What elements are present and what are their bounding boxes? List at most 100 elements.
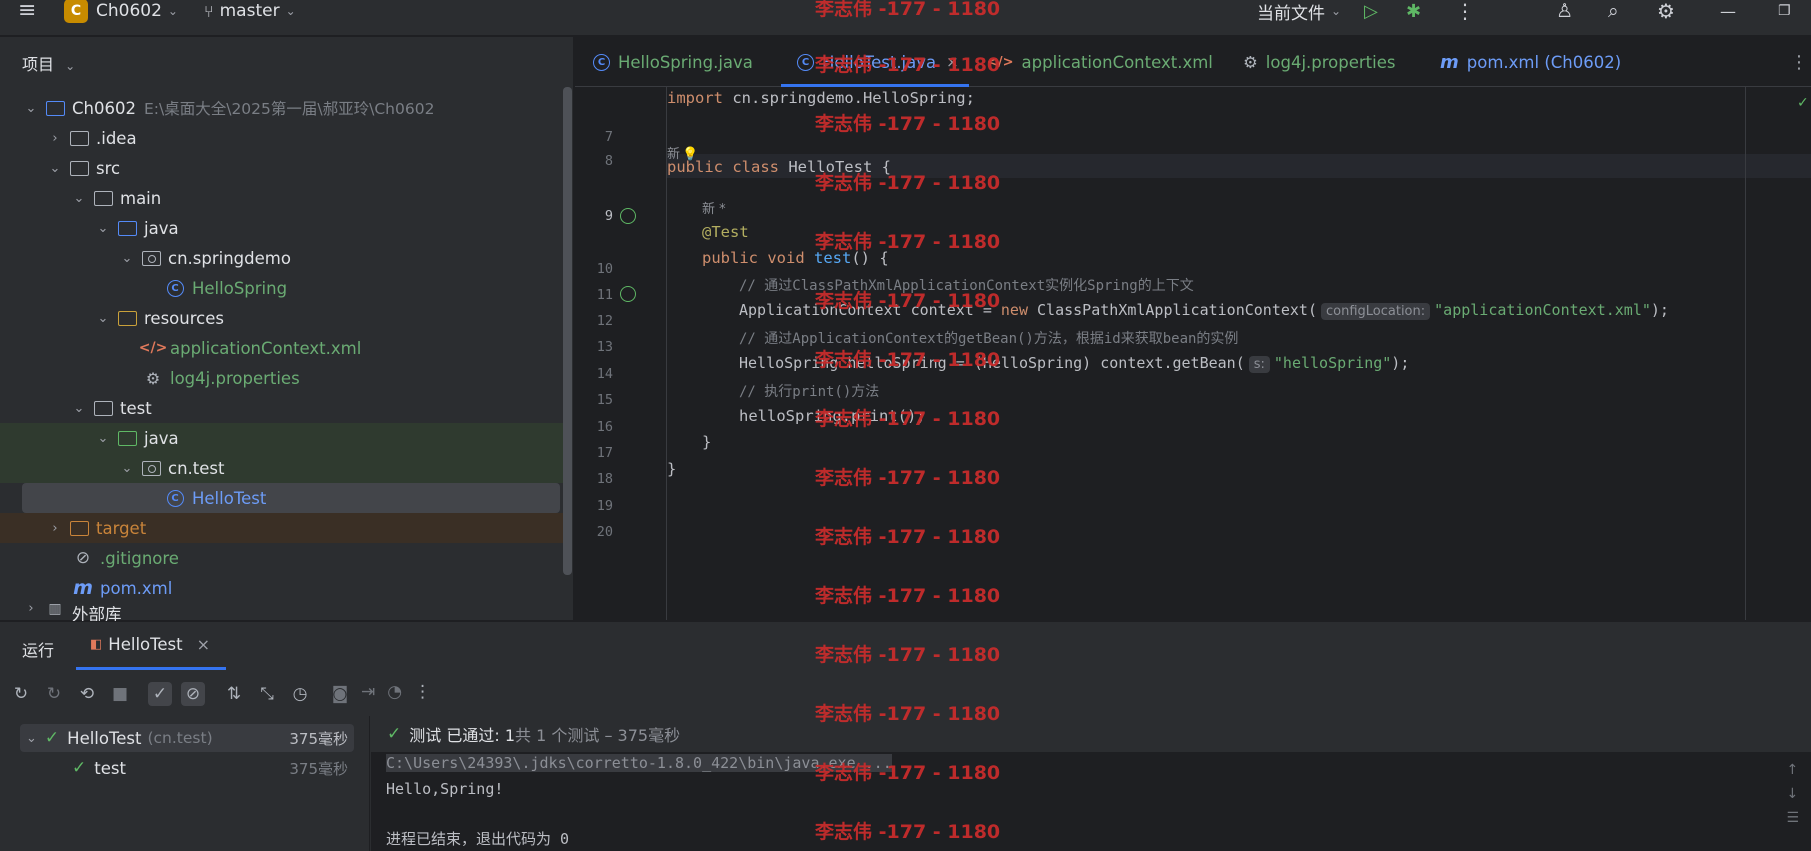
tree-item-hellospring[interactable]: C HelloSpring: [0, 273, 560, 303]
folder-icon: [92, 190, 114, 206]
tree-item-main-java[interactable]: ⌄ java: [0, 213, 560, 243]
folder-icon: [68, 160, 90, 176]
minimize-button[interactable]: —: [1720, 0, 1736, 22]
project-view-selector[interactable]: 项目 ⌄: [22, 51, 75, 75]
tree-item-gitignore[interactable]: ⊘ .gitignore: [0, 543, 560, 573]
collapse-icon: ⤡: [260, 684, 274, 704]
watermark: 李志伟 -177 - 1180: [815, 113, 1001, 135]
project-selector[interactable]: C Ch0602 ⌄: [64, 0, 178, 23]
project-header-label: 项目: [22, 55, 55, 74]
watermark: 李志伟 -177 - 1180: [815, 408, 1001, 430]
tab-label: pom.xml (Ch0602): [1466, 52, 1622, 72]
inspection-ok-icon[interactable]: ✓: [1797, 95, 1809, 111]
search-button[interactable]: ⌕: [1608, 0, 1619, 22]
collapse-button[interactable]: ⤡: [255, 682, 279, 706]
run-button[interactable]: ▷: [1364, 0, 1378, 22]
restore-icon: ❐: [1778, 3, 1791, 19]
editor-gutter: 7 8 9 10 11 12 13 14 15 16 17 18 19 20: [575, 87, 667, 620]
tree-item-label: target: [96, 518, 147, 538]
tree-item-cn-test[interactable]: ⌄ cn.test: [0, 453, 566, 483]
test-row-time: 375毫秒: [289, 729, 348, 748]
more-vertical-icon: ⋮: [1790, 51, 1808, 73]
more-vertical-icon[interactable]: ⋮: [414, 682, 431, 702]
tree-item-test-java[interactable]: ⌄ java: [0, 423, 566, 453]
line-number: 15: [596, 392, 613, 408]
run-config-label: 当前文件: [1257, 3, 1325, 24]
tree-item-project-root[interactable]: ⌄ Ch0602 E:\桌面大全\2025第一届\郝亚玲\Ch0602: [0, 93, 560, 123]
test-run-icon: ◧: [90, 637, 103, 652]
console-scroll-controls: ↑ ↓ ☰: [1786, 762, 1799, 826]
settings-button[interactable]: ⚙: [1657, 0, 1675, 23]
tab-label: log4j.properties: [1265, 52, 1396, 72]
tree-item-main[interactable]: ⌄ main: [0, 183, 560, 213]
tree-item-pom-xml[interactable]: m pom.xml: [0, 573, 560, 603]
run-test-class-icon[interactable]: [620, 208, 636, 224]
class-icon: C: [164, 489, 186, 507]
tab-applicationcontext-xml[interactable]: </> applicationContext.xml: [987, 37, 1213, 87]
class-icon: C: [164, 279, 186, 297]
tab-hellospring-java[interactable]: C HelloSpring.java: [593, 37, 753, 87]
show-ignored-toggle[interactable]: ⊘: [181, 682, 205, 706]
tree-item-log4j-properties[interactable]: ⚙ log4j.properties: [0, 363, 560, 393]
run-tab-hellotest[interactable]: ◧ HelloTest ×: [76, 622, 226, 670]
line-number: 13: [596, 339, 613, 355]
more-actions-button[interactable]: ⋮: [1455, 0, 1475, 23]
rerun-button[interactable]: ↻: [9, 682, 33, 706]
arrow-down-icon[interactable]: ↓: [1786, 786, 1799, 802]
tree-item-applicationcontext-xml[interactable]: </> applicationContext.xml: [0, 333, 560, 363]
arrow-up-icon[interactable]: ↑: [1786, 762, 1799, 778]
sort-button[interactable]: ⇅: [222, 682, 246, 706]
import-icon[interactable]: ⇥: [361, 682, 375, 702]
run-tab-label: HelloTest: [108, 635, 183, 654]
tab-log4j-properties[interactable]: ⚙ log4j.properties: [1243, 37, 1395, 87]
add-user-button[interactable]: ♙: [1556, 0, 1573, 22]
run-config-selector[interactable]: 当前文件 ⌄: [1257, 0, 1341, 24]
debug-button[interactable]: ✱: [1406, 0, 1421, 22]
test-row-hellotest[interactable]: ⌄ ✓ HelloTest (cn.test) 375毫秒: [20, 724, 354, 752]
auto-test-icon: ⟲: [79, 684, 95, 704]
tree-item-hellotest[interactable]: C HelloTest: [22, 483, 560, 513]
restore-button[interactable]: ❐: [1778, 0, 1791, 22]
console[interactable]: ✓ 测试 已通过: 1 共 1 个测试 – 375毫秒 C:\Users\243…: [371, 716, 1811, 851]
tree-item-label: applicationContext.xml: [170, 338, 362, 358]
branch-selector[interactable]: ⑂ master ⌄: [204, 0, 296, 22]
chevron-right-icon: ›: [52, 520, 58, 536]
camera-icon: ◙: [331, 684, 349, 704]
chevron-down-icon: ⌄: [285, 4, 296, 18]
toggle-auto-test-button[interactable]: ⟲: [75, 682, 99, 706]
line-number: 8: [604, 153, 613, 169]
history-button[interactable]: ◷: [288, 682, 312, 706]
show-passed-toggle[interactable]: ✓: [148, 682, 172, 706]
tree-item-test[interactable]: ⌄ test: [0, 393, 560, 423]
tree-item-idea[interactable]: › .idea: [0, 123, 560, 153]
coverage-icon[interactable]: ◔: [387, 682, 402, 702]
line-number: 11: [596, 287, 613, 303]
project-scrollbar[interactable]: [563, 87, 572, 575]
package-icon: [140, 250, 162, 266]
check-icon: ✓: [152, 684, 168, 704]
tab-overflow-button[interactable]: ⋮: [1790, 37, 1808, 87]
stop-button[interactable]: ■: [108, 682, 132, 706]
class-icon: C: [797, 53, 814, 71]
line-number: 9: [604, 208, 613, 224]
run-test-method-icon[interactable]: [620, 286, 636, 302]
tree-item-src[interactable]: ⌄ src: [0, 153, 560, 183]
library-icon: ▥: [48, 601, 62, 617]
main-menu-button[interactable]: ≡: [18, 0, 36, 22]
project-tool-window: 项目 ⌄ ⌄ Ch0602 E:\桌面大全\2025第一届\郝亚玲\Ch0602…: [0, 37, 574, 621]
tree-item-resources[interactable]: ⌄ resources: [0, 303, 560, 333]
test-row-test[interactable]: ✓ test 375毫秒: [72, 754, 354, 782]
bug-icon: ✱: [1406, 0, 1422, 22]
rerun-failed-button[interactable]: ↻: [42, 682, 66, 706]
wrap-icon[interactable]: ☰: [1786, 810, 1799, 826]
tree-item-cn-springdemo[interactable]: ⌄ cn.springdemo: [0, 243, 560, 273]
line-number: 19: [596, 498, 613, 514]
tree-item-target[interactable]: › target: [0, 513, 566, 543]
tab-label: HelloSpring.java: [618, 52, 753, 72]
export-button[interactable]: ◙: [328, 682, 352, 706]
line-number: 14: [596, 366, 613, 382]
close-icon[interactable]: ×: [197, 635, 210, 654]
gear-icon: ⚙: [1243, 52, 1258, 72]
tab-pom-xml[interactable]: m pom.xml (Ch0602): [1440, 37, 1621, 87]
tree-item-external-libraries[interactable]: › ▥ 外部库: [0, 601, 560, 621]
